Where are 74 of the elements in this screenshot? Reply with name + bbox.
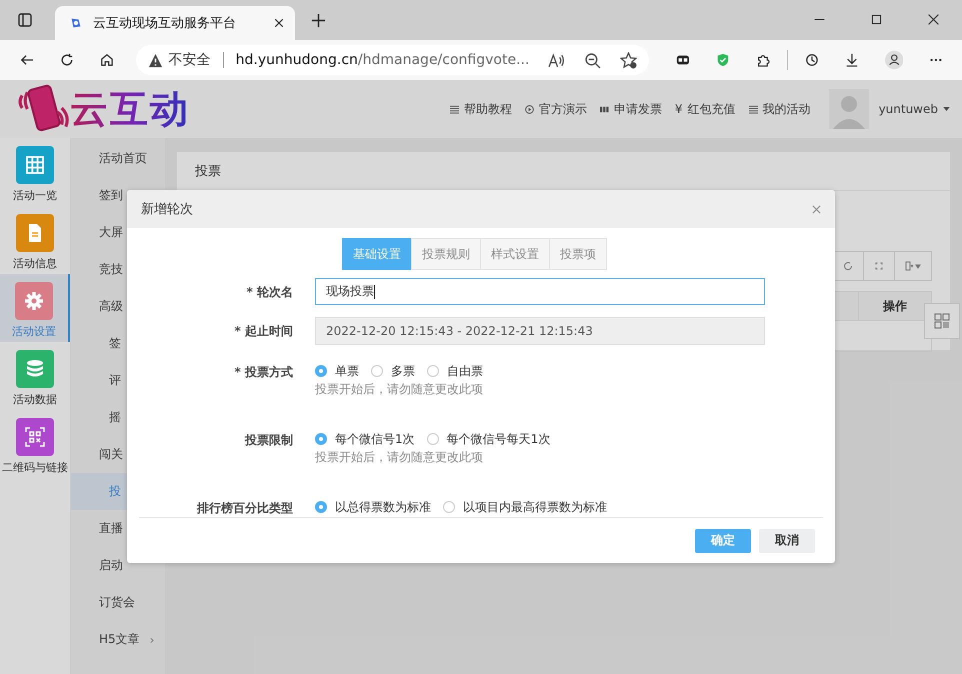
- header-link[interactable]: 我的活动: [748, 100, 811, 118]
- read-aloud-icon[interactable]: [548, 52, 566, 68]
- field-label: * 轮次名: [246, 284, 293, 301]
- sidebar-item[interactable]: 活动信息: [0, 206, 70, 274]
- fullscreen-icon: [874, 261, 884, 271]
- close-icon[interactable]: [927, 13, 940, 26]
- play-icon: [524, 104, 534, 114]
- database-icon: [25, 359, 45, 379]
- bars-icon: [600, 104, 609, 114]
- radio-option[interactable]: 多票: [371, 362, 415, 380]
- tab-title: 云互动现场互动服务平台: [93, 15, 237, 32]
- sidebar-item[interactable]: 活动一览: [0, 138, 70, 206]
- refresh-icon: [843, 261, 853, 271]
- grid-icon: [25, 155, 45, 175]
- settings-icon: [24, 291, 44, 311]
- radio-option[interactable]: 单票: [315, 362, 359, 380]
- subnav-item[interactable]: 活动首页: [71, 140, 165, 177]
- favicon-icon: [69, 16, 83, 30]
- radio-button[interactable]: [443, 501, 455, 513]
- header-link[interactable]: ¥ 红包充值: [674, 100, 736, 118]
- radio-button[interactable]: [315, 433, 327, 445]
- header-link[interactable]: 帮助教程: [450, 100, 512, 118]
- list-icon: [450, 104, 459, 114]
- new-tab-icon[interactable]: [311, 13, 326, 28]
- sidebar-item[interactable]: 活动数据: [0, 342, 70, 410]
- history-icon[interactable]: [804, 51, 819, 69]
- maximize-icon[interactable]: [870, 13, 883, 26]
- text-field[interactable]: 现场投票: [315, 278, 765, 305]
- field-label: 投票限制: [244, 432, 293, 449]
- layout-toggle-button[interactable]: [924, 303, 960, 339]
- columns-button[interactable]: [894, 251, 932, 281]
- profile-icon[interactable]: [884, 48, 904, 72]
- header-link[interactable]: 申请发票: [600, 100, 662, 118]
- browser-tab[interactable]: 云互动现场互动服务平台: [55, 6, 295, 40]
- home-icon[interactable]: [100, 51, 114, 69]
- warning-icon: [148, 52, 163, 68]
- radio-button[interactable]: [371, 365, 383, 377]
- field-label: * 起止时间: [234, 323, 293, 340]
- qr-code-icon: [25, 427, 45, 447]
- subnav-item[interactable]: 启动: [71, 547, 165, 584]
- columns-icon: [905, 261, 921, 271]
- subnav-item[interactable]: H5文章 ›: [71, 621, 165, 658]
- tab-actions-icon[interactable]: [17, 12, 33, 28]
- url-text: hd.yunhudong.cn/hdmanage/configvote...: [236, 52, 530, 68]
- radio-button[interactable]: [315, 365, 327, 377]
- date-range-field[interactable]: 2022-12-20 12:15:43 - 2022-12-21 12:15:43: [315, 317, 765, 345]
- radio-option[interactable]: 每个微信号每天1次: [426, 430, 550, 448]
- list-icon: [748, 104, 758, 114]
- panel-title: 投票: [195, 163, 221, 180]
- download-icon[interactable]: [844, 51, 859, 69]
- radio-button[interactable]: [427, 365, 439, 377]
- radio-option[interactable]: 以总得票数为标准: [315, 498, 431, 516]
- field-label: 排行榜百分比类型: [196, 500, 293, 517]
- username-menu[interactable]: yuntuweb: [878, 102, 950, 116]
- header-link[interactable]: 官方演示: [524, 100, 587, 118]
- field-label: * 投票方式: [234, 364, 293, 381]
- radio-option[interactable]: 自由票: [427, 362, 483, 380]
- radio-option[interactable]: 以项目内最高得票数为标准: [443, 498, 607, 516]
- favorite-add-icon[interactable]: [620, 52, 638, 68]
- radio-button[interactable]: [426, 433, 439, 445]
- dialog-title: 新增轮次: [141, 201, 193, 218]
- subnav-item[interactable]: 订货会: [71, 584, 165, 621]
- sidebar-item[interactable]: 二维码与链接: [0, 410, 70, 478]
- dialog-button[interactable]: 取消: [759, 528, 815, 552]
- close-icon[interactable]: [273, 17, 285, 29]
- radio-option[interactable]: 每个微信号1次: [315, 430, 415, 448]
- security-label: 不安全: [168, 51, 211, 69]
- hint-text: 投票开始后，请勿随意更改此项: [315, 381, 484, 398]
- layout-icon: [934, 313, 950, 329]
- hint-text: 投票开始后，请勿随意更改此项: [315, 449, 484, 466]
- zoom-out-icon[interactable]: [584, 52, 602, 68]
- address-field[interactable]: 不安全 hd.yunhudong.cn/hdmanage/configvote...: [136, 45, 650, 75]
- caret-icon: [943, 107, 950, 111]
- radio-button[interactable]: [315, 501, 327, 513]
